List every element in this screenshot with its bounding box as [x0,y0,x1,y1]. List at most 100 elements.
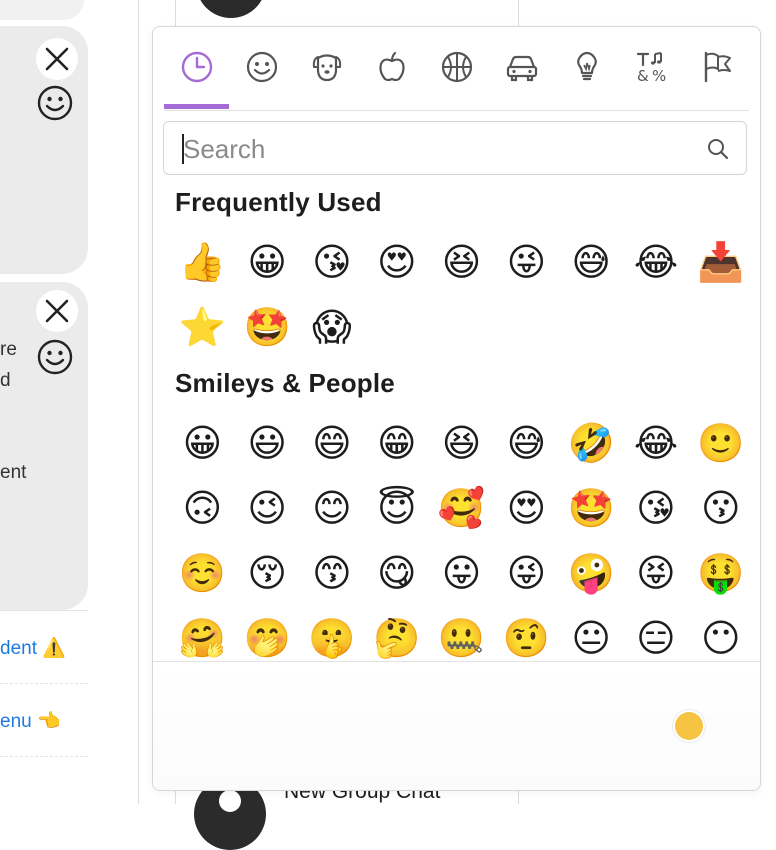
close-button[interactable] [36,290,78,332]
add-reaction-icon[interactable] [36,338,74,376]
emoji-button[interactable]: 😋 [364,540,429,605]
emoji-button[interactable]: 😙 [300,540,365,605]
emoji-button[interactable]: 😘 [300,229,365,294]
skin-tone-selector[interactable] [675,712,703,740]
emoji-button[interactable]: 😉 [235,475,300,540]
message-text-fragment: ent [0,462,27,483]
emoji-button[interactable]: 😅 [494,410,559,475]
search-input[interactable] [181,130,685,168]
emoji-button[interactable]: 🙂 [688,410,753,475]
message-card[interactable] [0,26,88,274]
close-icon [45,47,69,71]
emoji-button[interactable]: 🤨 [494,605,559,661]
text-caret [182,134,184,164]
emoji-button[interactable]: 😀 [235,229,300,294]
tab-activity[interactable] [435,45,479,89]
emoji-button[interactable]: 😜 [494,229,559,294]
category-bar: &% [164,27,749,111]
symbols-icon: &% [636,52,666,85]
active-tab-indicator [164,104,229,109]
emoji-button[interactable]: 😃 [235,410,300,475]
emoji-button[interactable]: 😇 [364,475,429,540]
emoji-button[interactable]: 🤫 [300,605,365,661]
close-button[interactable] [36,38,78,80]
tab-flags[interactable] [695,45,739,89]
tab-travel-places[interactable] [500,45,544,89]
emoji-button[interactable]: 🤗 [170,605,235,661]
section-title-smileys-people: Smileys & People [175,368,395,398]
emoji-button[interactable]: 😗 [688,475,753,540]
tab-smileys-people[interactable] [240,45,284,89]
emoji-button[interactable]: ⭐ [170,294,235,359]
smileys-people-grid: 😀 😃 😄 😁 😆 😅 🤣 😂 🙂 🙃 😉 😊 😇 🥰 😍 🤩 😘 😗 ☺️ 😚 😙 😋 😛 😜 🤪 😝 🤑 🤗 🤭 🤫 🤔 🤐 🤨 😐 😑 😶 [170,410,755,661]
tab-food-drink[interactable] [370,45,414,89]
emoji-list[interactable]: Frequently Used 👍 😀 😘 😍 😆 😜 😅 😂 📥 ⭐ 🤩 😱 Smileys & P… [153,179,760,661]
emoji-button[interactable]: 😱 [300,294,365,359]
section-title-frequently-used: Frequently Used [175,187,382,217]
emoji-button[interactable]: 😆 [429,410,494,475]
search-icon [708,139,729,160]
emoji-button[interactable]: 🤑 [688,540,753,605]
tab-objects[interactable] [565,45,609,89]
previous-card-edge [0,0,84,20]
divider [0,610,88,611]
emoji-picker: &% Frequently Used 👍😀😘😍😆😜😅😂📥⭐🤩😱 Smileys … [152,26,761,791]
clock-icon [181,51,213,83]
emoji-button[interactable]: 😅 [559,229,624,294]
emoji-button[interactable]: 😍 [364,229,429,294]
tab-frequently-used[interactable] [175,45,219,89]
sidebar-link[interactable]: enu 👈 [0,709,61,733]
car-icon [506,55,538,82]
divider [0,756,88,757]
emoji-button[interactable]: 😆 [429,229,494,294]
avatar [196,0,266,18]
emoji-button[interactable]: 😄 [300,410,365,475]
emoji-button[interactable]: 😑 [624,605,689,661]
emoji-button[interactable]: 😜 [494,540,559,605]
tab-animals-nature[interactable] [305,45,349,89]
dog-icon [312,54,342,82]
emoji-button[interactable]: 🤣 [559,410,624,475]
tab-symbols[interactable]: &% [630,45,674,89]
divider [0,683,88,684]
emoji-button[interactable]: 😝 [624,540,689,605]
emoji-button[interactable]: 🤩 [235,294,300,359]
svg-text:&: & [637,67,649,85]
emoji-button[interactable]: 👍 [170,229,235,294]
close-icon [45,299,69,323]
emoji-button[interactable]: 😘 [624,475,689,540]
message-text-fragment: re [0,339,17,360]
message-card[interactable]: re d ent [0,282,88,610]
add-reaction-icon[interactable] [36,84,74,122]
emoji-button[interactable]: 🤪 [559,540,624,605]
search-field[interactable] [163,121,747,175]
emoji-button[interactable]: 🤐 [429,605,494,661]
picker-footer [153,661,760,790]
svg-text:%: % [652,67,666,85]
message-text-fragment: d [0,370,11,391]
emoji-button[interactable]: 🥰 [429,475,494,540]
emoji-button[interactable]: 😊 [300,475,365,540]
lightbulb-icon [577,51,597,81]
emoji-button[interactable]: 😚 [235,540,300,605]
apple-icon [379,51,405,82]
emoji-button[interactable]: 😂 [624,410,689,475]
emoji-button[interactable]: 📥 [688,229,753,294]
sidebar-link[interactable]: dent ⚠️ [0,636,66,660]
emoji-button[interactable]: 😶 [688,605,753,661]
emoji-button[interactable]: 😍 [494,475,559,540]
conversation-sidebar: re d ent dent ⚠️ enu 👈 [0,0,139,804]
emoji-button[interactable]: 😐 [559,605,624,661]
emoji-button[interactable]: 🤭 [235,605,300,661]
emoji-button[interactable]: 🤩 [559,475,624,540]
frequently-used-grid: 👍 😀 😘 😍 😆 😜 😅 😂 📥 ⭐ 🤩 😱 [170,229,755,359]
flags-icon [704,51,731,83]
emoji-button[interactable]: 😂 [624,229,689,294]
emoji-button[interactable]: 😛 [429,540,494,605]
emoji-button[interactable]: 🙃 [170,475,235,540]
emoji-button[interactable]: ☺️ [170,540,235,605]
emoji-button[interactable]: 🤔 [364,605,429,661]
emoji-button[interactable]: 😁 [364,410,429,475]
emoji-button[interactable]: 😀 [170,410,235,475]
smiley-icon [246,51,278,83]
